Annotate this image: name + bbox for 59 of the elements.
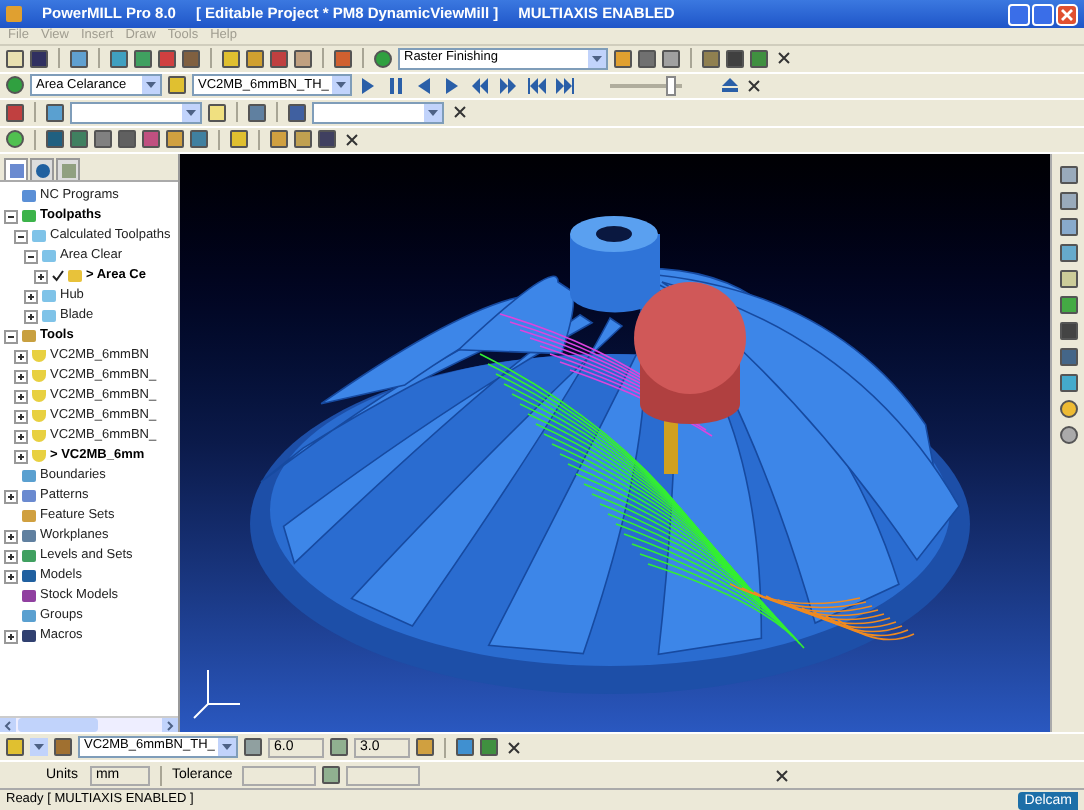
check-icon[interactable]	[52, 270, 64, 282]
level-dropdown[interactable]	[70, 101, 202, 124]
close-icon[interactable]	[508, 741, 520, 753]
fast-forward-icon[interactable]	[500, 77, 518, 94]
expand-icon[interactable]	[4, 489, 18, 503]
close-button[interactable]	[1056, 3, 1078, 25]
expand-icon[interactable]	[34, 269, 48, 283]
book-icon	[61, 163, 75, 177]
expand-icon[interactable]	[14, 369, 28, 383]
globe-icon	[35, 163, 49, 177]
globe-tab[interactable]	[30, 158, 54, 180]
dropdown-caret-icon[interactable]	[218, 738, 237, 756]
close-icon[interactable]	[748, 79, 760, 92]
dropdown-caret-icon[interactable]	[424, 103, 442, 122]
dropdown-caret-icon[interactable]	[182, 103, 200, 122]
3d-viewport[interactable]	[180, 154, 1050, 732]
expand-icon[interactable]	[14, 409, 28, 423]
expand-icon[interactable]	[14, 429, 28, 443]
tolerance-field[interactable]	[242, 765, 317, 785]
expand-icon[interactable]	[4, 529, 18, 543]
speed-slider[interactable]	[610, 75, 682, 96]
slider-thumb[interactable]	[665, 75, 676, 96]
close-icon[interactable]	[776, 769, 789, 781]
rewind-icon[interactable]	[472, 77, 490, 94]
explorer-tab[interactable]	[4, 158, 28, 180]
eject-icon[interactable]	[722, 78, 738, 93]
dropdown-caret-icon[interactable]	[30, 738, 48, 756]
close-icon[interactable]	[346, 133, 358, 146]
play-icon[interactable]	[360, 77, 378, 94]
expand-icon[interactable]	[4, 569, 18, 583]
collapse-icon[interactable]	[4, 329, 18, 343]
dropdown-caret-icon[interactable]	[142, 76, 160, 95]
dropdown-caret-icon[interactable]	[588, 49, 606, 68]
axis-triad-icon	[193, 669, 241, 719]
close-icon[interactable]	[454, 106, 466, 119]
expand-icon[interactable]	[24, 289, 38, 303]
thickness-field[interactable]	[346, 765, 421, 785]
scroll-thumb[interactable]	[18, 718, 98, 732]
maximize-button[interactable]	[1032, 3, 1054, 25]
close-icon[interactable]	[778, 52, 790, 65]
expand-icon[interactable]	[14, 449, 28, 463]
step-forward-icon[interactable]	[444, 77, 462, 94]
step-back-icon[interactable]	[416, 77, 434, 94]
expand-icon[interactable]	[4, 549, 18, 563]
horizontal-scrollbar[interactable]	[0, 716, 178, 732]
expand-icon[interactable]	[14, 389, 28, 403]
minimize-button[interactable]	[1008, 3, 1030, 25]
skip-end-icon[interactable]	[556, 77, 574, 94]
skip-start-icon[interactable]	[528, 77, 546, 94]
expand-icon[interactable]	[14, 349, 28, 363]
app-icon	[6, 6, 22, 22]
pause-icon[interactable]	[388, 77, 406, 94]
collapse-icon[interactable]	[14, 229, 28, 243]
collapse-icon[interactable]	[24, 249, 38, 263]
collapse-icon[interactable]	[4, 209, 18, 223]
tree-icon	[9, 163, 23, 177]
dropdown-caret-icon[interactable]	[332, 76, 351, 95]
expand-icon[interactable]	[24, 309, 38, 323]
expand-icon[interactable]	[4, 629, 18, 643]
